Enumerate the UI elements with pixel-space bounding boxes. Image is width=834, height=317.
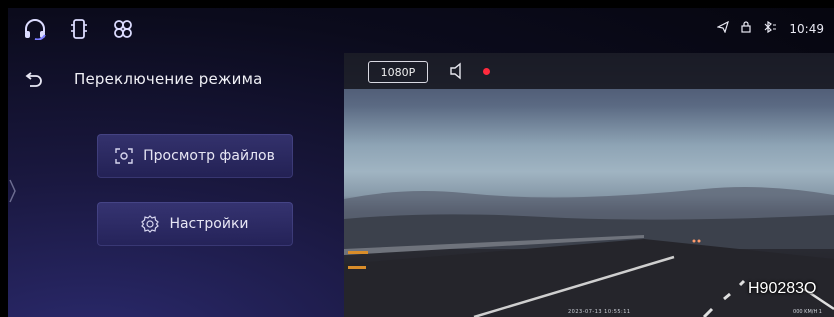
camera-preview[interactable]: 1080P 2023-07-13 10:55:11 000 KM/H 1 — [344, 53, 834, 317]
camera-toolbar: 1080P — [344, 53, 834, 89]
resolution-badge[interactable]: 1080P — [368, 61, 428, 83]
status-bar: 10:49 — [8, 8, 834, 48]
status-bar-right: 10:49 — [716, 20, 824, 36]
clock-time: 10:49 — [789, 21, 824, 36]
page-title: Переключение режима — [74, 70, 263, 88]
file-browser-button[interactable]: Просмотр файлов — [97, 134, 293, 178]
navigation-icon — [716, 20, 730, 36]
watermark: H90283O — [748, 280, 817, 297]
settings-label: Настройки — [169, 216, 249, 232]
fan-icon[interactable] — [110, 16, 136, 42]
screen: 10:49 Переключение режима Просмотр файло… — [8, 8, 834, 317]
file-browser-label: Просмотр файлов — [143, 148, 275, 164]
phone-icon[interactable] — [66, 16, 92, 42]
settings-button[interactable]: Настройки — [97, 202, 293, 246]
speaker-icon[interactable] — [448, 61, 468, 81]
camera-view-icon — [115, 147, 133, 165]
back-arrow-icon[interactable] — [24, 68, 46, 90]
recording-indicator — [483, 68, 490, 75]
gear-icon — [141, 215, 160, 233]
bluetooth-icon — [763, 20, 777, 36]
speed-overlay: 000 KM/H 1 — [793, 309, 822, 315]
headphones-icon[interactable] — [22, 16, 48, 42]
timestamp-overlay: 2023-07-13 10:55:11 — [568, 309, 631, 315]
side-expand-handle[interactable] — [8, 176, 18, 206]
status-bar-left — [22, 16, 136, 42]
lock-icon — [741, 21, 752, 36]
